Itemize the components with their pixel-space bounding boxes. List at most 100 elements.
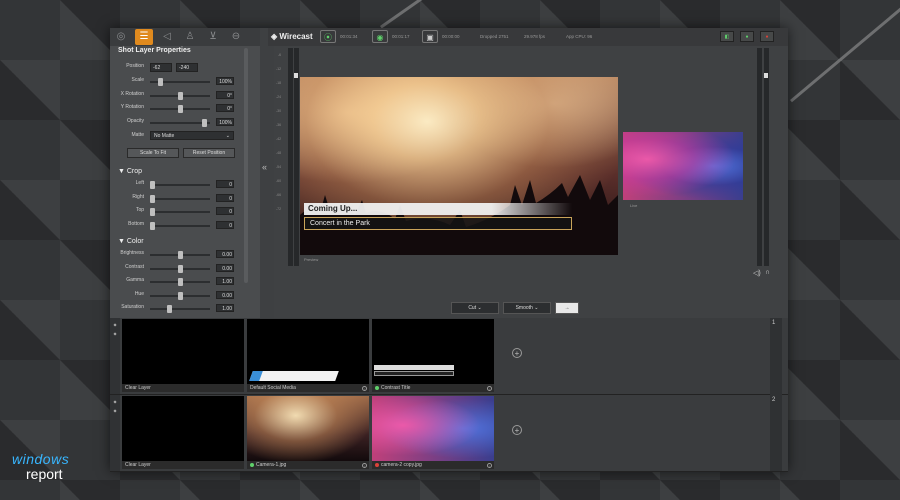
rows-slider[interactable] <box>150 91 210 100</box>
position-x-input[interactable]: -62 <box>150 63 172 72</box>
color-section[interactable]: ▼ Color <box>118 238 144 245</box>
triangle-down-icon: ▼ <box>118 238 127 245</box>
left-audio-meter <box>288 48 293 266</box>
headphones-icon[interactable]: ∩ <box>765 269 770 276</box>
color-value[interactable]: 1.00 <box>216 277 234 285</box>
guitar-image <box>623 132 743 200</box>
slider-knob[interactable] <box>202 118 207 127</box>
layer-controls[interactable]: ◆ ◆ <box>110 395 120 471</box>
crop-slider[interactable] <box>150 221 210 230</box>
reset-position-button[interactable]: Reset Position <box>183 148 235 158</box>
slider-knob[interactable] <box>167 305 172 313</box>
crop-value[interactable]: 0 <box>216 193 234 202</box>
rows-value[interactable]: 100% <box>216 117 234 126</box>
add-shot-button[interactable]: + <box>512 348 522 358</box>
smooth-select[interactable]: Smooth ⌄ <box>503 302 551 314</box>
slider-knob[interactable] <box>178 105 183 113</box>
shot-tile[interactable]: Default Social Media i <box>247 319 369 392</box>
rows-slider[interactable] <box>150 78 210 86</box>
shot-tile[interactable]: Clear Layer <box>122 396 244 469</box>
go-button[interactable]: → <box>555 302 579 314</box>
tab-effects[interactable]: ⊻ <box>204 29 222 45</box>
slider-knob[interactable] <box>178 91 183 100</box>
scale-to-fit-button[interactable]: Scale To Fit <box>127 148 179 158</box>
properties-scrollbar[interactable] <box>244 48 248 283</box>
slider-knob[interactable] <box>150 208 155 216</box>
cut-select[interactable]: Cut ⌄ <box>451 302 499 314</box>
rows-value[interactable]: 0° <box>216 90 234 99</box>
concert-thumbnail <box>247 396 369 461</box>
rows-slider[interactable] <box>150 118 210 127</box>
crop-value[interactable]: 0 <box>216 220 234 229</box>
slider-knob[interactable] <box>178 251 183 259</box>
color-slider[interactable] <box>150 251 210 259</box>
crop-slider[interactable] <box>150 181 210 189</box>
crop-value[interactable]: 0 <box>216 180 234 188</box>
rows-slider[interactable] <box>150 105 210 113</box>
color-slider[interactable] <box>150 278 210 286</box>
info-icon[interactable]: i <box>487 463 492 468</box>
slider-knob[interactable] <box>150 194 155 203</box>
tab-audio[interactable]: ◁ <box>158 29 176 45</box>
color-value[interactable]: 1.00 <box>216 304 234 312</box>
slider-knob[interactable] <box>178 291 183 300</box>
shot-tile[interactable]: Clear Layer <box>122 319 244 392</box>
volume-knob[interactable] <box>294 73 298 78</box>
rows-value[interactable]: 0° <box>216 104 234 112</box>
lock-icon[interactable]: ◆ <box>110 408 120 413</box>
shot-tile[interactable]: camera-2 copy.jpg i <box>372 396 494 469</box>
left-volume-slider[interactable] <box>294 48 299 266</box>
tab-people[interactable]: ♙ <box>181 29 199 45</box>
volume-knob[interactable] <box>764 73 768 78</box>
slider-knob[interactable] <box>150 221 155 230</box>
matte-select[interactable]: No Matte ⌄ <box>150 131 234 140</box>
record-button[interactable]: ◉ <box>372 30 388 43</box>
info-icon[interactable]: i <box>362 463 367 468</box>
collapse-panel-button[interactable]: « <box>260 28 274 318</box>
crop-slider[interactable] <box>150 208 210 216</box>
slider-knob[interactable] <box>178 264 183 273</box>
color-slider[interactable] <box>150 291 210 300</box>
eye-icon[interactable]: ◆ <box>110 399 120 404</box>
shot-tile[interactable]: Camera-1.jpg i <box>247 396 369 469</box>
color-label: Gamma <box>126 277 144 283</box>
shot-name: Clear Layer <box>125 462 151 468</box>
right-volume-slider[interactable] <box>764 48 769 266</box>
stream-button[interactable]: ⦿ <box>320 30 336 43</box>
layer-number: 2 <box>772 397 776 403</box>
color-row: Saturation 1.00 <box>110 304 242 314</box>
info-icon[interactable]: i <box>362 386 367 391</box>
tab-layers[interactable]: ◎ <box>112 29 130 45</box>
slider-knob[interactable] <box>178 278 183 286</box>
color-value[interactable]: 0.00 <box>216 250 234 258</box>
crop-section[interactable]: ▼ Crop <box>118 168 142 175</box>
crop-slider[interactable] <box>150 194 210 203</box>
slider-knob[interactable] <box>150 181 155 189</box>
speaker-icon[interactable]: ◁) <box>753 269 761 277</box>
tab-settings[interactable]: ⊖ <box>227 29 245 45</box>
color-value[interactable]: 0.00 <box>216 290 234 299</box>
mode-button-3[interactable]: ● <box>760 31 774 42</box>
layer-controls[interactable]: ◆ ◆ <box>110 318 120 394</box>
color-label: Contrast <box>125 263 144 270</box>
color-slider[interactable] <box>150 264 210 273</box>
mode-button-2[interactable]: ● <box>740 31 754 42</box>
mode-button-1[interactable]: ◧ <box>720 31 734 42</box>
layers-scrollbar[interactable] <box>770 318 782 471</box>
slider-knob[interactable] <box>158 78 163 86</box>
rows-value[interactable]: 100% <box>216 77 234 85</box>
app-name: Wirecast <box>279 32 313 41</box>
info-icon[interactable]: i <box>487 386 492 391</box>
position-label: Position <box>126 63 144 69</box>
position-y-input[interactable]: -240 <box>176 63 198 72</box>
shot-tile[interactable]: Contrast Title i <box>372 319 494 392</box>
tab-shot-layer[interactable]: ☰ <box>135 29 153 45</box>
color-value[interactable]: 0.00 <box>216 263 234 272</box>
add-shot-button[interactable]: + <box>512 425 522 435</box>
crop-value[interactable]: 0 <box>216 207 234 215</box>
color-slider[interactable] <box>150 305 210 313</box>
color-label: Saturation <box>121 304 144 310</box>
disk-button[interactable]: ▣ <box>422 30 438 43</box>
eye-icon[interactable]: ◆ <box>110 322 120 327</box>
lock-icon[interactable]: ◆ <box>110 331 120 336</box>
